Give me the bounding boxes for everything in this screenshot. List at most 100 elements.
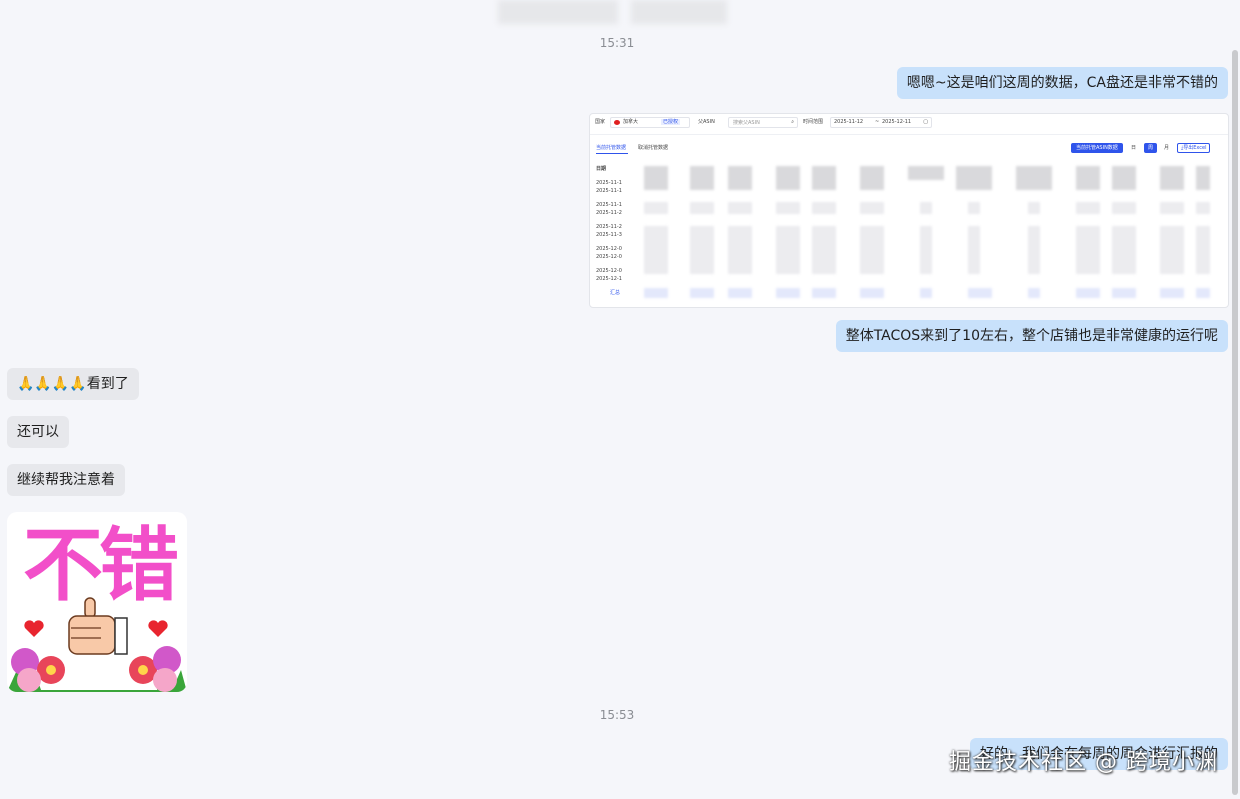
header-divider <box>590 134 1228 135</box>
flowers-icon <box>7 646 187 692</box>
blurred-summary-cell <box>920 288 932 298</box>
asin-placeholder: 搜索父ASIN <box>733 120 760 126</box>
heart-icon <box>148 620 168 637</box>
date-cell: 2025-12-0 <box>596 254 622 260</box>
export-label: 导出Excel <box>1183 145 1207 151</box>
blurred-summary-cell <box>1028 288 1040 298</box>
blurred-data-cell <box>644 166 668 190</box>
heart-icon <box>24 620 44 637</box>
tab-cancelled-hosted[interactable]: 取消托管数据 <box>638 145 668 151</box>
blurred-summary-cell <box>968 288 992 298</box>
date-cell: 2025-12-1 <box>596 276 622 282</box>
blurred-data-cell <box>860 226 884 274</box>
blurred-data-cell <box>1112 202 1136 214</box>
blurred-data-cell <box>728 202 752 214</box>
asin-search-input[interactable]: 搜索父ASIN ⌕ <box>728 117 798 128</box>
summary-label: 汇总 <box>610 290 621 296</box>
message-incoming[interactable]: 还可以 <box>7 416 69 448</box>
segment-day[interactable]: 日 <box>1131 145 1136 151</box>
blurred-data-cell <box>920 226 932 274</box>
blurred-data-cell <box>968 202 980 214</box>
blurred-data-cell <box>812 202 836 214</box>
date-cell: 2025-12-0 <box>596 268 622 274</box>
message-outgoing[interactable]: 整体TACOS来到了10左右，整个店铺也是非常健康的运行呢 <box>835 320 1228 352</box>
blurred-data-cell <box>728 226 752 274</box>
blurred-summary-cell <box>644 288 668 298</box>
blurred-data-cell <box>1160 166 1184 190</box>
blurred-data-cell <box>1160 226 1184 274</box>
country-select[interactable]: 加拿大 已授权 <box>610 117 690 128</box>
segment-month[interactable]: 月 <box>1164 145 1169 151</box>
blurred-data-cell <box>690 202 714 214</box>
blurred-data-cell <box>908 166 944 180</box>
blurred-summary-cell <box>690 288 714 298</box>
blurred-data-cell <box>812 166 836 190</box>
blurred-data-cell <box>1076 226 1100 274</box>
blurred-data-cell <box>1196 226 1210 274</box>
blurred-data-cell <box>812 226 836 274</box>
blurred-summary-cell <box>728 288 752 298</box>
date-cell: 2025-11-2 <box>596 224 622 230</box>
blurred-data-cell <box>956 166 992 190</box>
date-range-picker[interactable]: 2025-11-12 ~ 2025-12-11 ▢ <box>830 117 932 128</box>
date-column-header: 日期 <box>596 166 607 172</box>
blurred-data-cell <box>860 166 884 190</box>
date-cell: 2025-11-3 <box>596 232 622 238</box>
calendar-icon: ▢ <box>923 119 928 125</box>
blurred-data-cell <box>776 202 800 214</box>
tab-active-underline <box>596 153 628 154</box>
blurred-data-cell <box>1196 202 1210 214</box>
data-screenshot-image[interactable]: 国家 加拿大 已授权 父ASIN 搜索父ASIN ⌕ 时间范围 2025-11-… <box>589 113 1229 308</box>
blurred-data-cell <box>728 166 752 190</box>
message-incoming[interactable]: 继续帮我注意着 <box>7 464 125 496</box>
blurred-data-cell <box>860 202 884 214</box>
blurred-summary-cell <box>860 288 884 298</box>
blurred-data-cell <box>1076 202 1100 214</box>
blurred-summary-cell <box>1160 288 1184 298</box>
blurred-data-cell <box>644 226 668 274</box>
blurred-data-cell <box>690 166 714 190</box>
blurred-data-cell <box>968 226 980 274</box>
blurred-summary-cell <box>776 288 800 298</box>
date-cell: 2025-11-1 <box>596 188 622 194</box>
blurred-summary-cell <box>1196 288 1210 298</box>
timestamp: 15:31 <box>599 36 635 50</box>
blurred-data-cell <box>1196 166 1210 190</box>
blurred-data-cell <box>1028 226 1040 274</box>
blurred-data-cell <box>1028 202 1040 214</box>
sticker-image[interactable]: 不错 <box>7 512 187 692</box>
tab-current-hosted[interactable]: 当前托管数据 <box>596 145 626 151</box>
watermark: 掘金技术社区 @ 跨境小渊 <box>949 750 1218 775</box>
export-excel-button[interactable]: ⤓导出Excel <box>1177 143 1211 153</box>
message-incoming[interactable]: 🙏🙏🙏🙏看到了 <box>7 368 139 400</box>
segment-week[interactable]: 周 <box>1144 143 1158 153</box>
blurred-data-cell <box>920 202 932 214</box>
blurred-data-cell <box>644 202 668 214</box>
date-end: 2025-12-11 <box>882 119 912 125</box>
blurred-data-cell <box>1076 166 1100 190</box>
canada-flag-icon <box>614 120 620 125</box>
blurred-data-cell <box>1112 226 1136 274</box>
date-cell: 2025-11-1 <box>596 202 622 208</box>
blurred-data-cell <box>1112 166 1136 190</box>
date-start: 2025-11-12 <box>834 119 864 125</box>
blurred-data-cell <box>1016 166 1052 190</box>
timestamp: 15:53 <box>599 708 635 722</box>
hosted-asin-button[interactable]: 当前托管ASIN数据 <box>1071 143 1123 153</box>
date-cell: 2025-11-2 <box>596 210 622 216</box>
asin-label: 父ASIN <box>698 119 715 125</box>
date-cell: 2025-12-0 <box>596 246 622 252</box>
blurred-summary-cell <box>1076 288 1100 298</box>
time-range-label: 时间范围 <box>803 119 824 125</box>
country-label: 国家 <box>595 119 606 125</box>
blurred-data-cell <box>776 166 800 190</box>
search-icon: ⌕ <box>791 119 794 125</box>
scrollbar[interactable] <box>1232 50 1238 795</box>
blurred-summary-cell <box>812 288 836 298</box>
date-separator: ~ <box>875 119 880 125</box>
blurred-data-cell <box>776 226 800 274</box>
message-outgoing[interactable]: 嗯嗯~这是咱们这周的数据，CA盘还是非常不错的 <box>896 67 1228 99</box>
country-value: 加拿大 <box>623 119 639 125</box>
country-tag: 已授权 <box>661 119 681 125</box>
date-cell: 2025-11-1 <box>596 180 622 186</box>
